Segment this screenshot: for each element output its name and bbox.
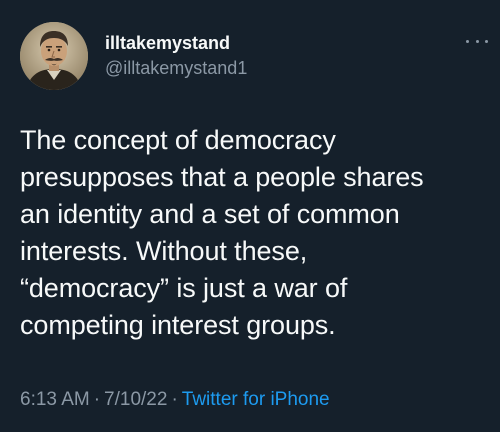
tweet-text-line: The concept of democracy [20, 125, 336, 155]
tweet-date[interactable]: 7/10/22 [104, 389, 167, 410]
tweet-text-line: competing interest groups. [20, 310, 336, 340]
tweet-card: illtakemystand @illtakemystand1 The conc… [0, 0, 500, 432]
tweet-text-line: presupposes that a people shares [20, 162, 424, 192]
meta-separator: · [93, 389, 101, 410]
tweet-text-line: “democracy” is just a war of [20, 273, 348, 303]
portrait-avatar-icon [20, 22, 88, 90]
user-handle[interactable]: @illtakemystand1 [105, 58, 247, 79]
tweet-time[interactable]: 6:13 AM [20, 389, 90, 410]
tweet-text: The concept of democracy presupposes tha… [20, 122, 485, 344]
tweet-text-line: an identity and a set of common [20, 199, 400, 229]
tweet-metadata: 6:13 AM · 7/10/22 · Twitter for iPhone [20, 389, 330, 411]
tweet-text-line: interests. Without these, [20, 236, 308, 266]
more-horizontal-icon [466, 39, 469, 43]
display-name[interactable]: illtakemystand [105, 33, 230, 54]
tweet-source-link[interactable]: Twitter for iPhone [182, 389, 330, 410]
more-options-button[interactable] [466, 34, 488, 48]
meta-separator: · [171, 389, 178, 410]
avatar[interactable] [20, 22, 88, 90]
